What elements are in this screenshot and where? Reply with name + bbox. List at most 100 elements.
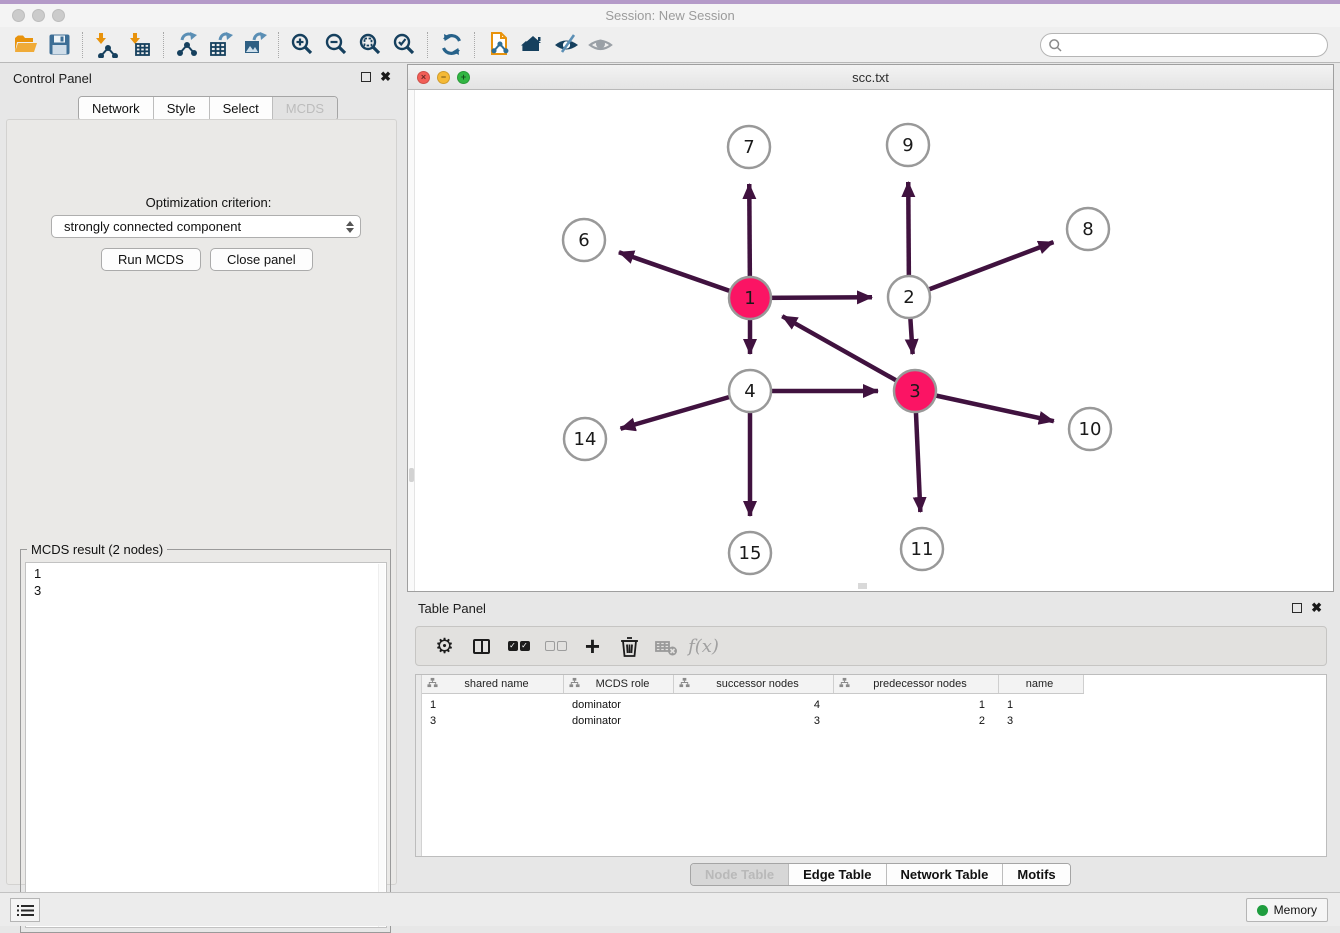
run-mcds-button[interactable]: Run MCDS	[101, 248, 201, 271]
hide-graphics-icon[interactable]	[549, 30, 583, 60]
view-maximize-button[interactable]: +	[457, 71, 470, 84]
zoom-selected-icon[interactable]	[387, 30, 421, 60]
float-table-panel-icon[interactable]	[1292, 603, 1302, 613]
mcds-result-textarea[interactable]: 13	[25, 562, 387, 928]
graph-node-6[interactable]: 6	[563, 219, 605, 261]
graph-node-14[interactable]: 14	[564, 418, 606, 460]
zoom-fit-icon[interactable]	[353, 30, 387, 60]
cell-name[interactable]: 1	[999, 697, 1084, 713]
tab-motifs[interactable]: Motifs	[1003, 864, 1069, 885]
select-stepper-icon	[346, 221, 354, 233]
sort-hierarchy-icon	[427, 677, 438, 691]
close-table-panel-icon[interactable]: ✖	[1311, 603, 1322, 613]
table-row[interactable]: 3dominator323	[422, 713, 1084, 729]
toggle-panes-icon[interactable]	[465, 631, 498, 661]
network-vertical-scrollbar[interactable]	[408, 90, 415, 591]
export-network-icon[interactable]	[170, 30, 204, 60]
search-field[interactable]	[1040, 33, 1328, 57]
mcds-panel-body: Optimization criterion: strongly connect…	[6, 119, 397, 885]
list-icon	[17, 904, 34, 917]
memory-status-icon	[1257, 905, 1268, 916]
node-table[interactable]: shared nameMCDS rolesuccessor nodesprede…	[415, 674, 1327, 857]
zoom-out-icon[interactable]	[319, 30, 353, 60]
mcds-result-group: MCDS result (2 nodes) 13	[20, 549, 391, 933]
delete-entry-icon[interactable]	[613, 631, 646, 661]
import-network-icon[interactable]	[89, 30, 123, 60]
export-image-icon[interactable]	[238, 30, 272, 60]
graph-node-15[interactable]: 15	[729, 532, 771, 574]
deselect-all-checks-icon[interactable]	[539, 631, 572, 661]
cell-shared-name[interactable]: 3	[422, 713, 564, 729]
graph-node-4[interactable]: 4	[729, 370, 771, 412]
cell-predecessor-nodes[interactable]: 1	[834, 697, 999, 713]
network-window-title: scc.txt	[408, 65, 1333, 90]
edge-3-1[interactable]	[782, 316, 915, 391]
tab-network[interactable]: Network	[79, 97, 154, 120]
select-all-checks-icon[interactable]: ✓✓	[502, 631, 535, 661]
export-table-icon[interactable]	[204, 30, 238, 60]
search-input[interactable]	[1063, 35, 1327, 55]
graph-node-11[interactable]: 11	[901, 528, 943, 570]
control-panel: Control Panel ✖ NetworkStyleSelectMCDS O…	[0, 63, 403, 892]
tab-edge-table[interactable]: Edge Table	[789, 864, 886, 885]
table-row[interactable]: 1dominator411	[422, 697, 1084, 713]
tab-select[interactable]: Select	[210, 97, 273, 120]
svg-text:9: 9	[902, 135, 913, 156]
tab-mcds[interactable]: MCDS	[273, 97, 337, 120]
memory-button[interactable]: Memory	[1246, 898, 1328, 922]
network-window-titlebar[interactable]: × − + scc.txt	[408, 65, 1333, 90]
toolbar-separator	[474, 32, 475, 58]
result-line: 1	[34, 565, 386, 582]
view-minimize-button[interactable]: −	[437, 71, 450, 84]
task-history-button[interactable]	[10, 898, 40, 922]
cell-name[interactable]: 3	[999, 713, 1084, 729]
table-panel: Table Panel ✖ ⚙✓✓+f(x) shared nameMCDS r…	[407, 596, 1334, 888]
edge-2-8[interactable]	[909, 242, 1053, 297]
add-column-icon[interactable]: +	[576, 631, 609, 661]
home-icon[interactable]	[515, 30, 549, 60]
cell-successor-nodes[interactable]: 3	[674, 713, 834, 729]
zoom-in-icon[interactable]	[285, 30, 319, 60]
graph-node-2[interactable]: 2	[888, 276, 930, 318]
close-window-button[interactable]	[12, 9, 25, 22]
clone-network-icon[interactable]	[481, 30, 515, 60]
refresh-icon[interactable]	[434, 30, 468, 60]
cell-successor-nodes[interactable]: 4	[674, 697, 834, 713]
open-file-icon[interactable]	[8, 30, 42, 60]
float-panel-icon[interactable]	[361, 72, 371, 82]
save-session-icon[interactable]	[42, 30, 76, 60]
cell-MCDS-role[interactable]: dominator	[564, 713, 674, 729]
graph-node-8[interactable]: 8	[1067, 208, 1109, 250]
column-header-MCDS-role[interactable]: MCDS role	[564, 675, 674, 693]
tab-style[interactable]: Style	[154, 97, 210, 120]
tab-node-table[interactable]: Node Table	[691, 864, 789, 885]
optimization-criterion-select[interactable]: strongly connected component	[51, 215, 361, 238]
network-graph-canvas[interactable]: 7 9 6 8 1 2 4 3 14 10 15 11	[408, 90, 1333, 591]
window-traffic-lights[interactable]	[12, 9, 65, 22]
show-graphics-icon[interactable]	[583, 30, 617, 60]
graph-node-9[interactable]: 9	[887, 124, 929, 166]
import-table-icon[interactable]	[123, 30, 157, 60]
column-header-successor-nodes[interactable]: successor nodes	[674, 675, 834, 693]
cell-MCDS-role[interactable]: dominator	[564, 697, 674, 713]
close-panel-icon[interactable]: ✖	[380, 72, 391, 82]
graph-node-1[interactable]: 1	[729, 277, 771, 319]
minimize-window-button[interactable]	[32, 9, 45, 22]
column-header-shared-name[interactable]: shared name	[422, 675, 564, 693]
column-header-name[interactable]: name	[999, 675, 1084, 693]
graph-node-3[interactable]: 3	[894, 370, 936, 412]
cell-shared-name[interactable]: 1	[422, 697, 564, 713]
network-horizontal-scroll-handle[interactable]	[858, 583, 867, 589]
tab-network-table[interactable]: Network Table	[887, 864, 1004, 885]
result-scrollbar[interactable]	[378, 564, 385, 928]
zoom-window-button[interactable]	[52, 9, 65, 22]
svg-text:4: 4	[744, 381, 755, 402]
cell-predecessor-nodes[interactable]: 2	[834, 713, 999, 729]
graph-node-10[interactable]: 10	[1069, 408, 1111, 450]
close-panel-button[interactable]: Close panel	[210, 248, 313, 271]
table-settings-gear-icon[interactable]: ⚙	[428, 631, 461, 661]
view-close-button[interactable]: ×	[417, 71, 430, 84]
graph-node-7[interactable]: 7	[728, 126, 770, 168]
column-header-predecessor-nodes[interactable]: predecessor nodes	[834, 675, 999, 693]
svg-text:8: 8	[1082, 219, 1093, 240]
